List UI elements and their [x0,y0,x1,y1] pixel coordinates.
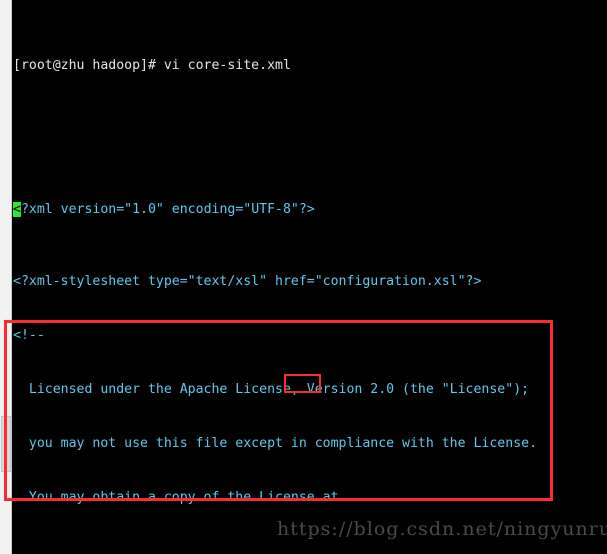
xml-line-license-2: you may not use this file except in comp… [13,436,538,451]
xml-line-declaration: <?xml version="1.0" encoding="UTF-8"?> [13,201,607,219]
xml-line-license-1: Licensed under the Apache License, Versi… [13,382,530,397]
vim-cursor: < [13,202,21,217]
terminal-window: [root@zhu hadoop]# vi core-site.xml <?xm… [0,0,607,554]
xml-line-stylesheet: <?xml-stylesheet type="text/xsl" href="c… [13,274,482,289]
shell-prompt-line: [root@zhu hadoop]# vi core-site.xml [13,58,291,73]
xml-line-comment-open: <!-- [13,328,45,343]
xml-line-text: ?xml version="1.0" encoding="UTF-8"?> [20,202,315,217]
terminal-text-area[interactable]: [root@zhu hadoop]# vi core-site.xml <?xm… [13,0,607,554]
xml-line-license-3: You may obtain a copy of the License at [13,490,339,505]
vertical-scrollbar-track[interactable] [0,0,12,554]
vertical-scrollbar-thumb[interactable] [1,416,11,472]
xml-line-blank-1 [13,543,607,554]
